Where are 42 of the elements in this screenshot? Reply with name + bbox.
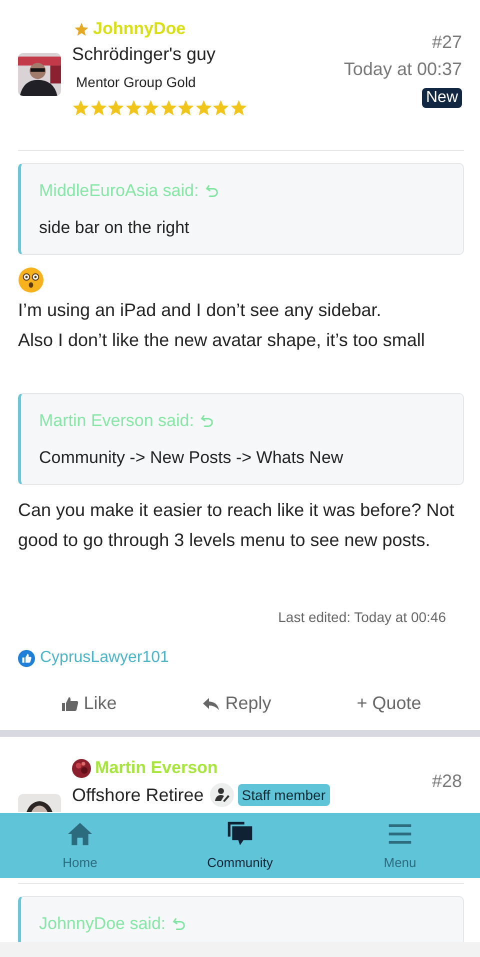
- like-button[interactable]: Like: [50, 693, 127, 714]
- quote-button[interactable]: + Quote: [346, 693, 432, 714]
- username-link[interactable]: Martin Everson: [95, 758, 218, 778]
- post-number[interactable]: #27: [432, 32, 462, 53]
- star-icon: [107, 99, 124, 117]
- reply-button[interactable]: Reply: [192, 693, 282, 714]
- undo-arrow-icon[interactable]: [204, 184, 220, 198]
- quote-text: Community -> New Posts -> Whats New: [39, 448, 344, 468]
- last-edited-note: Last edited: Today at 00:46: [277, 609, 446, 625]
- star-icon: [72, 99, 90, 117]
- speech-bubbles-icon: [227, 821, 253, 847]
- post-text: I’m using an iPad and I don’t see any sidebar. Also I don’t like the new avatar shape, it’s too small: [18, 299, 426, 352]
- star-icon: [160, 99, 177, 117]
- dizzy-face-icon: [18, 267, 44, 293]
- star-icon: [124, 99, 142, 117]
- quote-text: side bar on the right: [39, 218, 190, 238]
- undo-arrow-icon[interactable]: [172, 916, 187, 932]
- star-icon: [194, 99, 212, 117]
- post-text: Can you make it easier to reach like it was before? Not good to go through 3 levels menu to see new posts.: [18, 499, 456, 552]
- star-icon: [177, 99, 194, 117]
- user-title: Schrödinger's guy: [72, 44, 216, 65]
- home-icon: [67, 821, 93, 847]
- star-icon: [212, 99, 230, 117]
- star-icon: [142, 99, 160, 117]
- post-time[interactable]: Today at 00:37: [344, 59, 462, 80]
- post-number[interactable]: #28: [432, 771, 462, 792]
- user-pen-icon: [210, 783, 234, 807]
- undo-arrow-icon[interactable]: [200, 414, 215, 428]
- thumbs-up-icon: [60, 696, 79, 712]
- star-icon: [230, 99, 247, 117]
- reply-arrow-icon: [202, 696, 220, 712]
- star-icon: [90, 99, 107, 117]
- user-title: Offshore Retiree: [72, 784, 204, 806]
- nav-tab[interactable]: Community: [185, 813, 295, 878]
- staff-member-badge: Staff member: [238, 784, 330, 806]
- user-group: Mentor Group Gold: [76, 74, 344, 90]
- nav-tab[interactable]: Home: [25, 813, 135, 878]
- nav-tab[interactable]: Menu: [345, 813, 455, 878]
- new-badge: New: [422, 88, 462, 108]
- liker-link[interactable]: CyprusLawyer101: [40, 649, 169, 667]
- thumbs-up-icon: [18, 650, 35, 666]
- star-icon: [74, 22, 89, 36]
